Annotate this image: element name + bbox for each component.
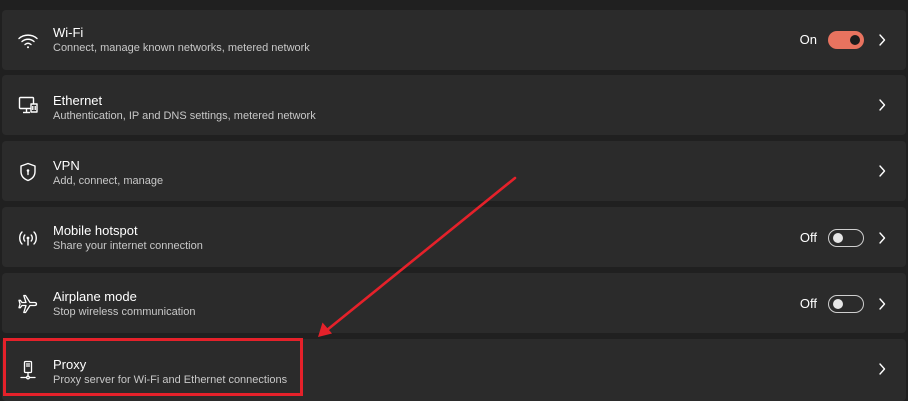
wifi-row[interactable]: Wi-Fi Connect, manage known networks, me… [2, 10, 906, 70]
toggle-knob [833, 233, 843, 243]
row-subtitle: Share your internet connection [53, 240, 203, 252]
wifi-toggle-state: On [799, 32, 817, 47]
row-title: Wi-Fi [53, 25, 84, 40]
row-subtitle: Stop wireless communication [53, 306, 196, 318]
airplane-mode-text: Airplane mode Stop wireless communicatio… [53, 289, 195, 319]
row-title: Proxy [53, 357, 87, 372]
chevron-right-icon [877, 164, 887, 178]
hotspot-icon [17, 227, 39, 249]
ethernet-row[interactable]: Ethernet Authentication, IP and DNS sett… [2, 75, 906, 135]
mobile-hotspot-row[interactable]: Mobile hotspot Share your internet conne… [2, 207, 906, 267]
mobile-hotspot-toggle[interactable] [828, 229, 864, 247]
ethernet-icon [17, 94, 39, 116]
proxy-row[interactable]: Proxy Proxy server for Wi-Fi and Etherne… [2, 339, 906, 401]
mobile-hotspot-toggle-group: Off [800, 229, 864, 247]
airplane-mode-toggle-state: Off [799, 296, 817, 311]
row-subtitle: Authentication, IP and DNS settings, met… [53, 110, 316, 122]
vpn-row[interactable]: VPN Add, connect, manage [2, 141, 906, 201]
airplane-mode-toggle-group: Off [800, 295, 864, 313]
chevron-right-icon [877, 231, 887, 245]
row-subtitle: Proxy server for Wi-Fi and Ethernet conn… [53, 374, 288, 386]
mobile-hotspot-text: Mobile hotspot Share your internet conne… [53, 223, 203, 253]
airplane-icon [17, 293, 39, 315]
chevron-right-icon [877, 98, 887, 112]
wifi-icon [17, 30, 39, 52]
row-title: Mobile hotspot [53, 223, 138, 238]
chevron-right-icon [877, 362, 887, 376]
row-title: Ethernet [53, 93, 103, 108]
vpn-text: VPN Add, connect, manage [53, 158, 163, 188]
proxy-icon [17, 359, 39, 381]
airplane-mode-toggle[interactable] [828, 295, 864, 313]
wifi-text: Wi-Fi Connect, manage known networks, me… [53, 25, 310, 55]
airplane-mode-row[interactable]: Airplane mode Stop wireless communicatio… [2, 273, 906, 333]
row-title: Airplane mode [53, 289, 137, 304]
row-subtitle: Add, connect, manage [53, 175, 164, 187]
proxy-text: Proxy Proxy server for Wi-Fi and Etherne… [53, 357, 287, 387]
toggle-knob [850, 35, 860, 45]
toggle-knob [833, 299, 843, 309]
chevron-right-icon [877, 297, 887, 311]
wifi-toggle-group: On [800, 31, 864, 49]
wifi-toggle[interactable] [828, 31, 864, 49]
row-title: VPN [53, 158, 80, 173]
chevron-right-icon [877, 33, 887, 47]
network-settings-page: Wi-Fi Connect, manage known networks, me… [0, 0, 908, 401]
row-subtitle: Connect, manage known networks, metered … [53, 42, 310, 54]
ethernet-text: Ethernet Authentication, IP and DNS sett… [53, 93, 316, 123]
mobile-hotspot-toggle-state: Off [799, 230, 817, 245]
shield-icon [17, 161, 39, 183]
